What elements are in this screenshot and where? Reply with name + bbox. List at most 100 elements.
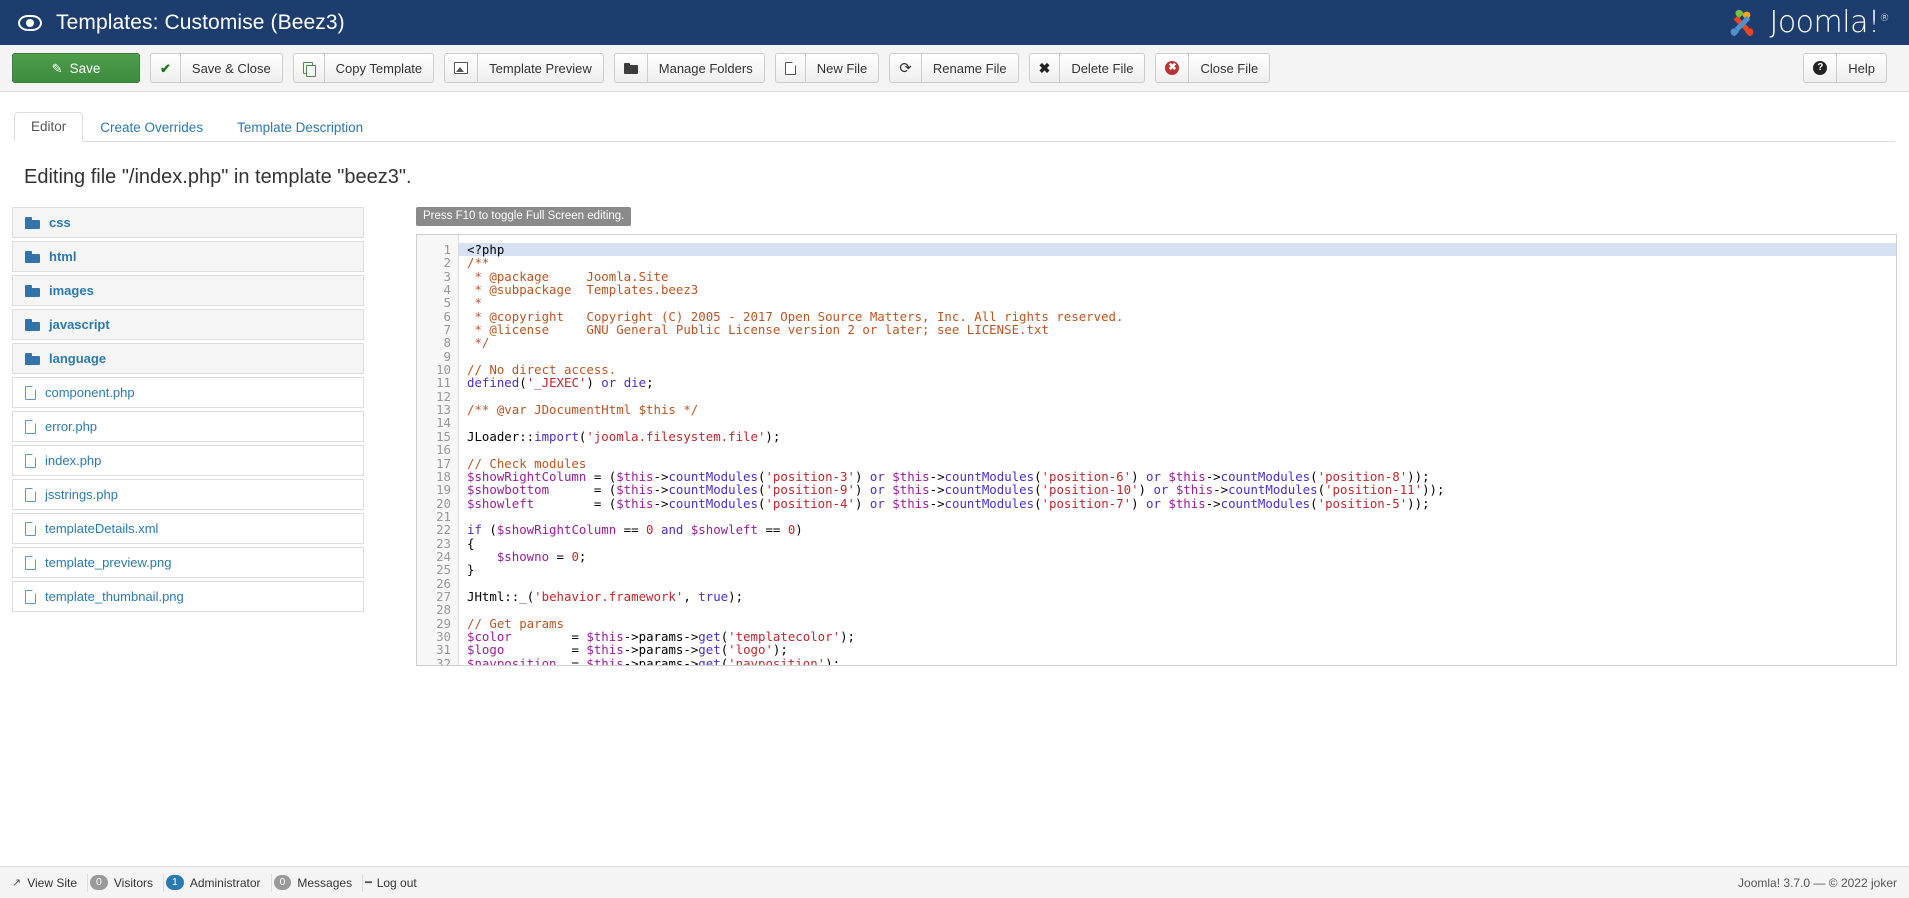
folder-item-javascript[interactable]: javascript [12,309,364,340]
tab-list: Editor Create Overrides Template Descripti… [14,110,1895,142]
joomla-logo: Joomla!® [1723,4,1889,42]
line-number: 28 [436,602,451,618]
file-item-jsstrings-php[interactable]: jsstrings.php [12,479,364,510]
logout-link[interactable]: ━ Log out [363,874,427,892]
line-number: 17 [436,455,451,471]
save-close-button[interactable]: Save & Close [179,53,283,83]
visitors-status[interactable]: 0 Visitors [88,873,164,892]
cancel-circle-icon: ✖ [1165,61,1180,75]
file-icon [25,419,36,434]
code-editor[interactable]: 1 2 3 4 5 6 7 8 9 10 11 12 13 14 15 16 17 18 19 20 21 22 23 24 2… [416,234,1897,666]
line-number: 1 [443,242,451,257]
template-preview-button[interactable]: Template Preview [477,53,604,83]
line-number: 19 [436,482,451,498]
code-line: $showbottom = ($this->countModules('posi… [467,482,1445,498]
line-number: 21 [436,508,451,524]
question-mark-icon: ? [1813,61,1828,75]
joomla-mark-icon [1731,9,1754,36]
line-number: 14 [436,415,451,431]
footer-version: Joomla! 3.7.0 — © 2022 joker [1738,876,1897,890]
rename-file-button[interactable]: Rename File [920,53,1019,83]
tree-item-label: language [49,351,107,366]
file-item-component-php[interactable]: component.php [12,377,364,408]
help-button[interactable]: Help [1836,53,1887,83]
code-line: // Get params [467,615,564,631]
file-icon [784,61,796,75]
close-file-group: ✖ Close File [1155,53,1271,83]
tab-editor[interactable]: Editor [14,112,84,142]
tab-label: Editor [31,119,67,134]
line-number: 2 [443,255,451,271]
tree-item-label: index.php [45,453,102,468]
file-item-index-php[interactable]: index.php [12,445,364,476]
file-icon [25,589,36,604]
tab-template-description[interactable]: Template Description [220,113,380,142]
folder-item-language[interactable]: language [12,343,364,374]
tree-item-label: images [49,283,94,298]
file-item-template-preview-png[interactable]: template_preview.png [12,547,364,578]
copy-template-icon-button[interactable] [292,53,324,83]
code-line: /** @var JDocumentHtml $this */ [467,402,699,418]
folder-item-images[interactable]: images [12,275,364,306]
file-item-error-php[interactable]: error.php [12,411,364,442]
code-line: /** [467,255,490,271]
page-title: Templates: Customise (Beez3) [56,10,345,34]
manage-folders-button[interactable]: Manage Folders [646,53,765,83]
line-number-gutter: 1 2 3 4 5 6 7 8 9 10 11 12 13 14 15 16 17 18 19 20 21 22 23 24 2… [417,235,459,665]
administrator-status[interactable]: 1 Administrator [164,873,272,892]
line-number: 31 [436,642,451,658]
manage-folders-group: Manage Folders [613,53,765,83]
line-number: 4 [443,282,451,298]
tree-item-label: template_preview.png [45,555,172,570]
messages-label: Messages [297,875,353,890]
save-close-icon-button[interactable]: ✔ [150,53,180,83]
logout-icon: ━ [365,877,372,889]
eye-icon [18,14,42,31]
tree-item-label: css [49,215,71,230]
line-number: 18 [436,468,451,484]
code-line: { [467,535,475,551]
code-line: <?php [459,243,1896,256]
line-number: 15 [436,428,451,444]
delete-file-button[interactable]: Delete File [1059,53,1146,83]
save-button[interactable]: ✎ Save [12,53,140,83]
file-item-templatedetails-xml[interactable]: templateDetails.xml [12,513,364,544]
close-file-button[interactable]: Close File [1188,53,1271,83]
line-number: 22 [436,522,451,538]
messages-count-badge: 0 [273,874,292,891]
code-content[interactable]: <?php/** * @package Joomla.Site * @subpa… [459,235,1896,665]
code-line: if ($showRightColumn == 0 and $showleft … [467,522,803,538]
messages-status[interactable]: 0 Messages [272,873,364,892]
rename-file-icon-button[interactable]: ⟳ [889,53,921,83]
file-item-template-thumbnail-png[interactable]: template_thumbnail.png [12,581,364,612]
tab-create-overrides[interactable]: Create Overrides [83,113,220,142]
folder-item-css[interactable]: css [12,207,364,238]
new-file-button[interactable]: New File [804,53,880,83]
view-site-link[interactable]: ↗ View Site [12,873,89,892]
line-number: 12 [436,388,451,404]
visitors-label: Visitors [113,875,153,890]
template-preview-label: Template Preview [489,60,592,76]
close-file-icon-button[interactable]: ✖ [1155,53,1189,83]
manage-folders-icon-button[interactable] [613,53,647,83]
delete-file-icon-button[interactable]: ✖ [1028,53,1060,83]
new-file-icon-button[interactable] [774,53,805,83]
editing-file-heading: Editing file "/index.php" in template "b… [24,166,412,188]
code-line: * @subpackage Templates.beez3 [467,282,699,298]
copy-template-button[interactable]: Copy Template [323,53,435,83]
line-number: 10 [436,362,451,378]
folder-item-html[interactable]: html [12,241,364,272]
code-line: $showRightColumn = ($this->countModules(… [467,468,1430,484]
edit-pencil-icon: ✎ [51,60,63,76]
help-icon-button[interactable]: ? [1803,53,1837,83]
line-number: 5 [443,295,451,311]
save-close-group: ✔ Save & Close [150,53,283,83]
template-preview-icon-button[interactable] [444,53,478,83]
visitors-count-badge: 0 [90,874,108,891]
administrator-count-badge: 1 [166,874,184,891]
close-x-icon: ✖ [1038,60,1051,76]
